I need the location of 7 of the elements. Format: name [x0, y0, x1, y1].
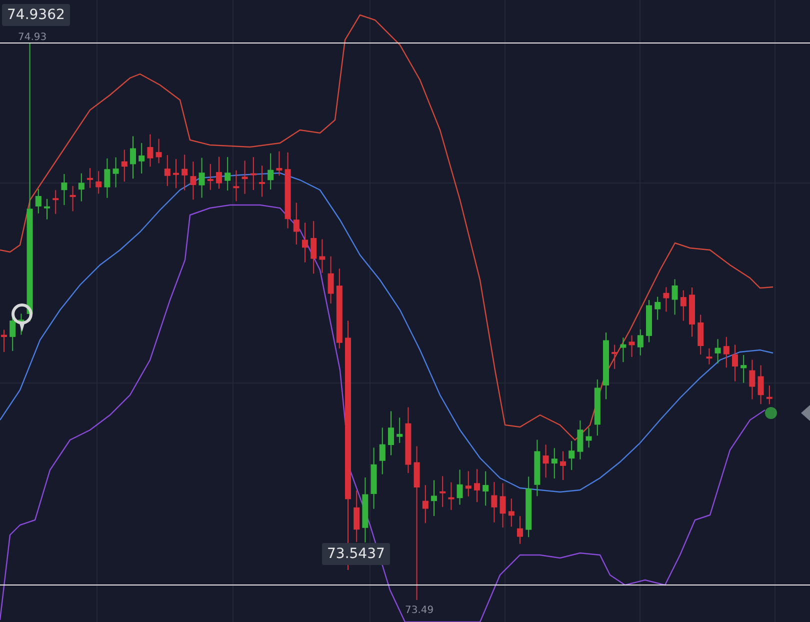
- level-label: 74.93: [18, 32, 47, 43]
- pin-icon[interactable]: [12, 304, 32, 332]
- level-label: 73.49: [405, 605, 434, 616]
- price-handle-icon[interactable]: [801, 405, 810, 421]
- price-tag: 74.9362: [2, 4, 70, 26]
- current-price-dot: [765, 407, 777, 419]
- price-tag: 73.5437: [322, 543, 390, 565]
